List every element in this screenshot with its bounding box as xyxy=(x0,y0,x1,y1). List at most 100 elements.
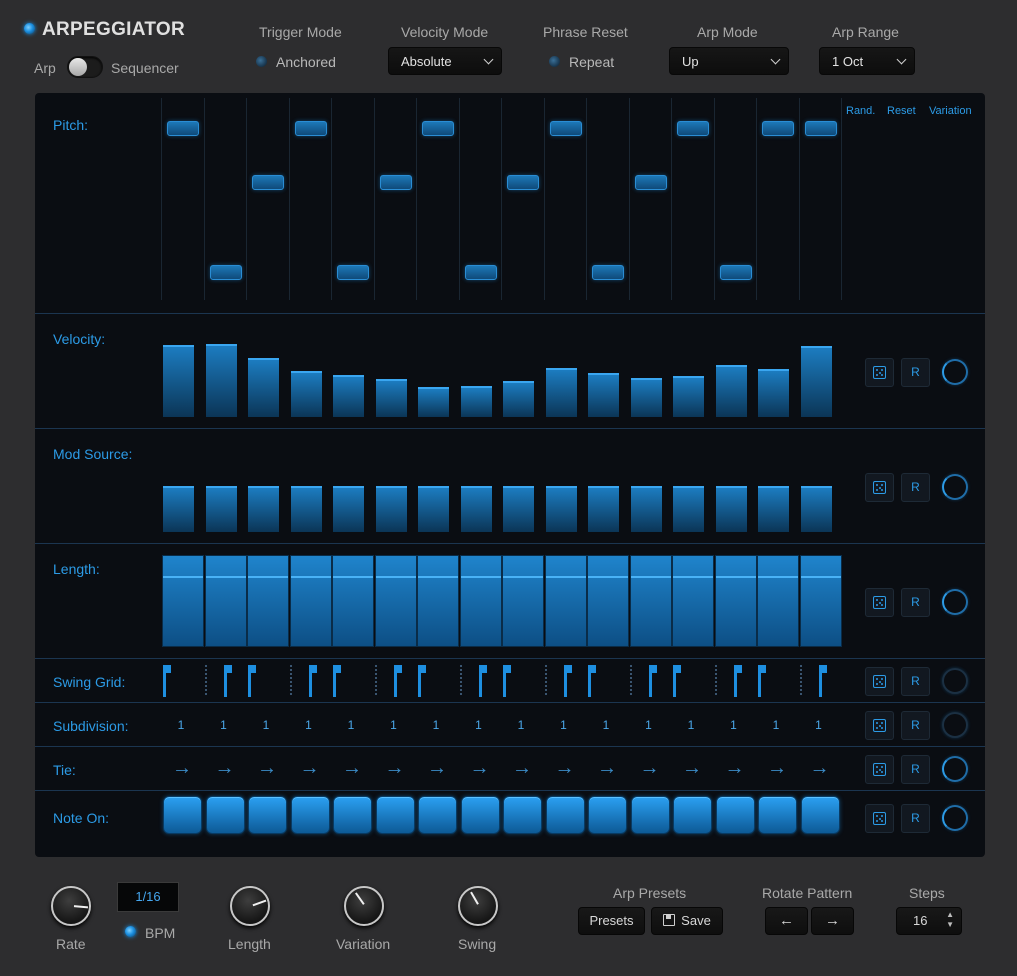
pitch-step[interactable] xyxy=(592,265,624,280)
phrase-reset-value[interactable]: Repeat xyxy=(569,54,614,70)
tie-arrow[interactable]: → xyxy=(635,757,665,780)
mod-source-bar[interactable] xyxy=(673,486,704,532)
length-randomize-button[interactable] xyxy=(865,588,894,617)
subdivision-variation-knob[interactable] xyxy=(942,712,968,738)
length-step[interactable] xyxy=(502,555,544,647)
reset-link[interactable]: Reset xyxy=(887,105,916,117)
velocity-reset-button[interactable]: R xyxy=(901,358,930,387)
note-on-step[interactable] xyxy=(290,796,330,834)
mod-source-bar[interactable] xyxy=(545,486,577,532)
mod-source-bar[interactable] xyxy=(333,486,364,532)
tie-arrow[interactable]: → xyxy=(805,757,835,780)
mod-source-randomize-button[interactable] xyxy=(865,473,894,502)
length-step[interactable] xyxy=(332,555,374,647)
velocity-bar[interactable] xyxy=(588,373,619,417)
subdivision-value[interactable]: 1 xyxy=(766,718,786,732)
rotate-left-button[interactable]: ← xyxy=(765,907,808,935)
note-on-step[interactable] xyxy=(503,796,542,834)
subdivision-randomize-button[interactable] xyxy=(865,711,894,740)
tie-arrow[interactable]: → xyxy=(720,757,750,780)
subdivision-reset-button[interactable]: R xyxy=(901,711,930,740)
note-on-step[interactable] xyxy=(715,796,755,834)
subdivision-value[interactable]: 1 xyxy=(384,718,404,732)
tie-arrow[interactable]: → xyxy=(550,757,580,780)
tie-variation-knob[interactable] xyxy=(942,756,968,782)
note-on-step[interactable] xyxy=(163,796,202,834)
velocity-bar[interactable] xyxy=(545,368,577,417)
length-step[interactable] xyxy=(204,555,247,647)
mod-source-bar[interactable] xyxy=(588,486,619,532)
mod-source-bar[interactable] xyxy=(630,486,662,532)
pitch-step[interactable] xyxy=(294,121,327,136)
subdivision-value[interactable]: 1 xyxy=(426,718,446,732)
tie-arrow[interactable]: → xyxy=(507,757,537,780)
note-on-step[interactable] xyxy=(545,796,585,834)
mod-source-bar[interactable] xyxy=(503,486,534,532)
length-variation-knob[interactable] xyxy=(942,589,968,615)
mod-source-bar[interactable] xyxy=(205,486,237,532)
velocity-bar[interactable] xyxy=(333,375,364,417)
trigger-mode-led[interactable] xyxy=(256,56,267,67)
pitch-step[interactable] xyxy=(549,121,582,136)
length-knob[interactable] xyxy=(230,886,270,926)
velocity-bar[interactable] xyxy=(418,387,449,417)
note-on-step[interactable] xyxy=(630,796,670,834)
velocity-bar[interactable] xyxy=(163,345,194,417)
length-step[interactable] xyxy=(289,555,332,647)
note-on-randomize-button[interactable] xyxy=(865,804,894,833)
variation-knob[interactable] xyxy=(344,886,384,926)
pitch-step[interactable] xyxy=(719,265,752,280)
subdivision-value[interactable]: 1 xyxy=(681,718,701,732)
velocity-randomize-button[interactable] xyxy=(865,358,894,387)
bpm-led[interactable] xyxy=(125,926,136,937)
tie-arrow[interactable]: → xyxy=(422,757,452,780)
tie-arrow[interactable]: → xyxy=(465,757,495,780)
mod-source-bar[interactable] xyxy=(248,486,279,532)
pitch-step[interactable] xyxy=(337,265,369,280)
power-led[interactable] xyxy=(24,23,35,34)
length-step[interactable] xyxy=(757,555,799,647)
mod-source-reset-button[interactable]: R xyxy=(901,473,930,502)
swing-grid-variation-knob[interactable] xyxy=(942,668,968,694)
velocity-bar[interactable] xyxy=(715,365,747,417)
subdivision-value[interactable]: 1 xyxy=(469,718,489,732)
phrase-reset-led[interactable] xyxy=(549,56,560,67)
tie-arrow[interactable]: → xyxy=(337,757,367,780)
note-on-reset-button[interactable]: R xyxy=(901,804,930,833)
note-on-step[interactable] xyxy=(588,796,627,834)
arp-mode-dropdown[interactable]: Up xyxy=(669,47,789,75)
note-on-variation-knob[interactable] xyxy=(942,805,968,831)
subdivision-value[interactable]: 1 xyxy=(639,718,659,732)
pitch-step[interactable] xyxy=(464,265,497,280)
pitch-step[interactable] xyxy=(804,121,837,136)
tie-arrow[interactable]: → xyxy=(762,757,792,780)
note-on-step[interactable] xyxy=(375,796,415,834)
velocity-mode-dropdown[interactable]: Absolute xyxy=(388,47,502,75)
mod-source-bar[interactable] xyxy=(460,486,492,532)
pitch-step[interactable] xyxy=(379,175,412,190)
trigger-mode-value[interactable]: Anchored xyxy=(276,54,336,70)
mod-source-variation-knob[interactable] xyxy=(942,474,968,500)
note-on-step[interactable] xyxy=(460,796,500,834)
tie-arrow[interactable]: → xyxy=(380,757,410,780)
subdivision-value[interactable]: 1 xyxy=(809,718,829,732)
tie-arrow[interactable]: → xyxy=(167,757,197,780)
velocity-bar[interactable] xyxy=(800,346,832,417)
subdivision-value[interactable]: 1 xyxy=(554,718,574,732)
arp-sequencer-toggle[interactable] xyxy=(67,56,103,78)
pitch-step[interactable] xyxy=(677,121,709,136)
tie-arrow[interactable]: → xyxy=(677,757,707,780)
length-step[interactable] xyxy=(417,555,459,647)
subdivision-value[interactable]: 1 xyxy=(299,718,319,732)
length-reset-button[interactable]: R xyxy=(901,588,930,617)
velocity-bar[interactable] xyxy=(248,358,279,417)
note-on-step[interactable] xyxy=(673,796,712,834)
velocity-bar[interactable] xyxy=(758,369,789,417)
mod-source-bar[interactable] xyxy=(375,486,407,532)
arp-range-dropdown[interactable]: 1 Oct xyxy=(819,47,915,75)
tie-randomize-button[interactable] xyxy=(865,755,894,784)
presets-button[interactable]: Presets xyxy=(578,907,645,935)
length-step[interactable] xyxy=(799,555,842,647)
velocity-variation-knob[interactable] xyxy=(942,359,968,385)
subdivision-value[interactable]: 1 xyxy=(724,718,744,732)
